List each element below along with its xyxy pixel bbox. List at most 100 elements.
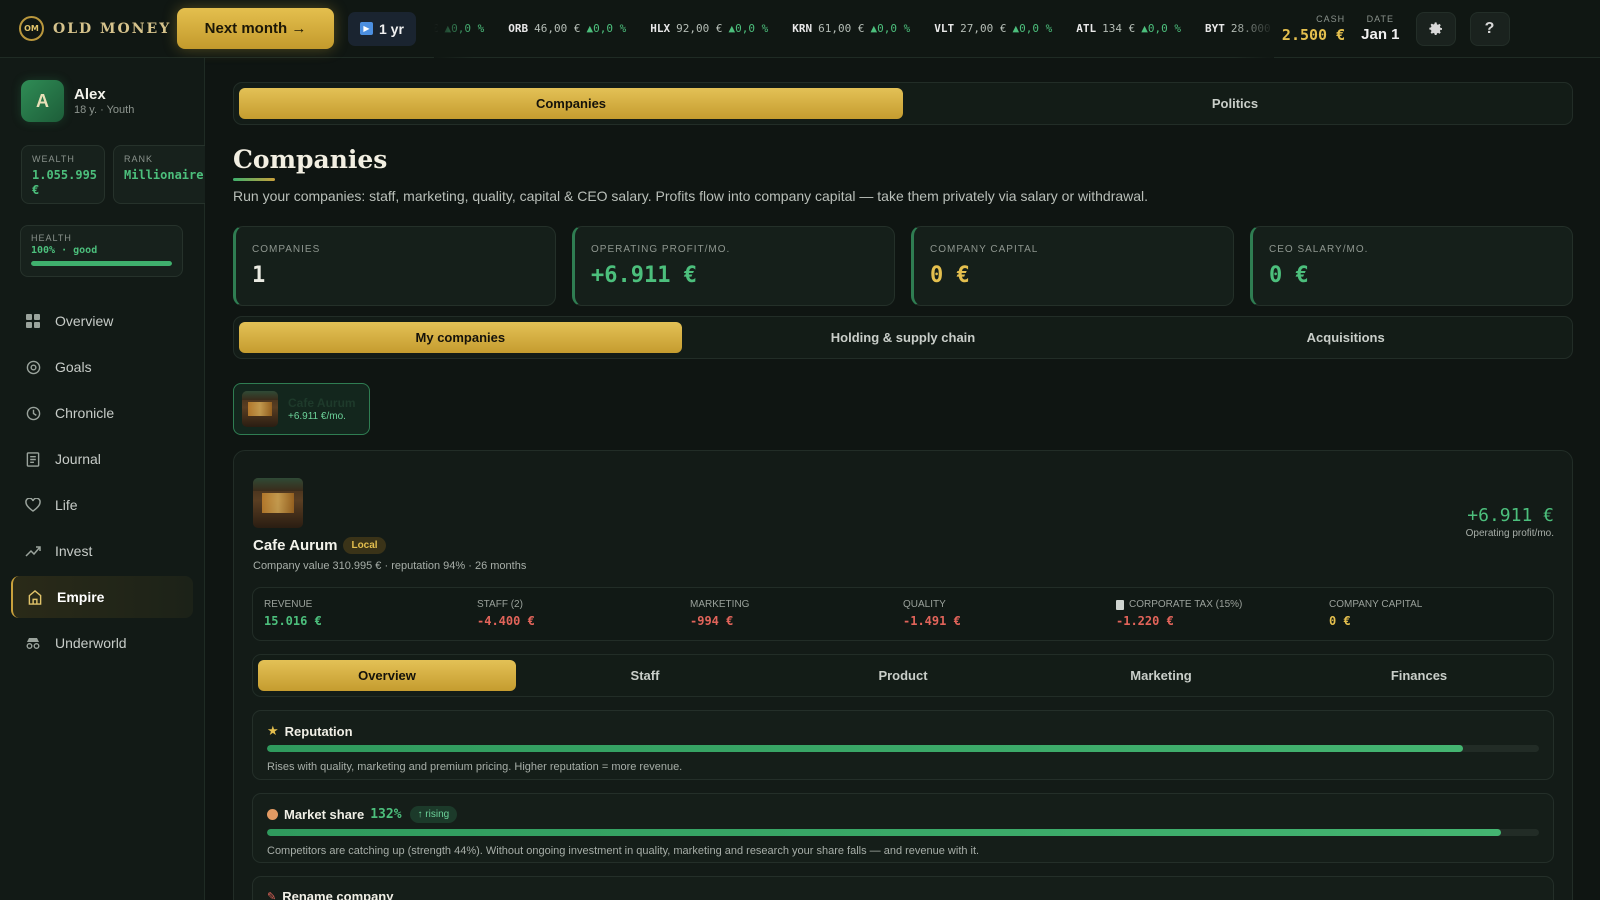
subtab-product[interactable]: Product <box>774 660 1032 691</box>
date-label: DATE <box>1366 14 1394 24</box>
ticker-change: ▲0,0 % <box>1012 22 1053 35</box>
profile-sub: 18 y. · Youth <box>74 104 135 116</box>
ticker-item: HLX 92,00 € ▲0,0 % <box>650 22 768 35</box>
logo-mark-icon: OM <box>19 16 44 41</box>
sidebar-item-overview[interactable]: Overview <box>11 300 193 342</box>
company-summary: Company value 310.995 € · reputation 94%… <box>253 560 527 572</box>
sidebar-item-label: Life <box>55 497 78 513</box>
ticker-symbol: BYT <box>1204 22 1225 35</box>
kpi-value: 1 <box>252 263 266 288</box>
stock-ticker: € ▲0,0 % ORB 46,00 € ▲0,0 % HLX 92,00 € ▲0,0 % K… <box>433 0 1274 58</box>
ticker-change: ▲0,0 % <box>586 22 627 35</box>
subtab-staff[interactable]: Staff <box>516 660 774 691</box>
sidebar-item-goals[interactable]: Goals <box>11 346 193 388</box>
company-profit-label: Operating profit/mo. <box>1465 528 1554 539</box>
kpi-label: OPERATING PROFIT/MO. <box>591 244 731 255</box>
sidebar-item-label: Goals <box>55 359 92 375</box>
page-title: Companies <box>233 145 388 174</box>
reputation-description: Rises with quality, marketing and premiu… <box>267 761 683 773</box>
sidebar-item-chronicle[interactable]: Chronicle <box>11 392 193 434</box>
tab-companies[interactable]: Companies <box>239 88 903 119</box>
kpi-label: CEO SALARY/MO. <box>1269 244 1369 255</box>
settings-button[interactable] <box>1415 11 1456 46</box>
metric-quality: QUALITY -1.491 € <box>903 588 1116 640</box>
tab-acquisitions[interactable]: Acquisitions <box>1124 322 1567 353</box>
help-button[interactable]: ? <box>1469 11 1510 46</box>
health-bar-fill <box>31 261 172 266</box>
tab-holding-supply-chain[interactable]: Holding & supply chain <box>682 322 1125 353</box>
metric-value: 15.016 € <box>264 614 322 628</box>
sidebar-item-label: Invest <box>55 543 93 559</box>
top-tabs: Companies Politics <box>233 82 1573 125</box>
profile[interactable]: A Alex 18 y. · Youth <box>21 80 134 122</box>
reputation-bar-fill <box>267 745 1463 752</box>
metric-label: REVENUE <box>264 599 313 610</box>
ticker-item: ORB 46,00 € ▲0,0 % <box>508 22 626 35</box>
kpi-value: +6.911 € <box>591 263 697 288</box>
ticker-item: KRN 61,00 € ▲0,0 % <box>792 22 910 35</box>
sidebar-item-empire[interactable]: Empire <box>11 576 193 618</box>
health-card: HEALTH 100% · good <box>20 225 183 277</box>
kpi-ceo-salary: CEO SALARY/MO. 0 € <box>1250 226 1573 306</box>
rank-card: RANK Millionaire <box>113 145 205 204</box>
company-name: Cafe Aurum <box>253 537 338 554</box>
metric-staff: STAFF (2) -4.400 € <box>477 588 690 640</box>
clock-icon <box>25 405 41 421</box>
sidebar-item-label: Underworld <box>55 635 127 651</box>
rename-card[interactable]: ✎ Rename company <box>252 876 1554 900</box>
metric-value: -994 € <box>690 614 734 628</box>
rank-label: RANK <box>124 154 154 164</box>
sidebar-item-label: Journal <box>55 451 101 467</box>
kpi-row: COMPANIES 1 OPERATING PROFIT/MO. +6.911 … <box>233 226 1573 306</box>
sidebar-item-underworld[interactable]: Underworld <box>11 622 193 664</box>
ticker-item: € ▲0,0 % <box>434 22 484 35</box>
company-chip[interactable]: Cafe Aurum +6.911 €/mo. <box>233 383 370 435</box>
cash-value: 2.500 € <box>1281 25 1346 44</box>
rank-value: Millionaire <box>124 168 204 182</box>
tab-politics[interactable]: Politics <box>903 88 1567 119</box>
wealth-value: 1.055.995 € <box>32 168 98 197</box>
sidebar-item-life[interactable]: Life <box>11 484 193 526</box>
sidebar-item-invest[interactable]: Invest <box>11 530 193 572</box>
market-share-title: Market share <box>284 807 365 822</box>
metric-value: -1.491 € <box>903 614 961 628</box>
tab-my-companies[interactable]: My companies <box>239 322 682 353</box>
document-icon <box>1116 599 1124 610</box>
kpi-label: COMPANIES <box>252 244 321 255</box>
ticker-price: 27,00 € <box>960 22 1007 35</box>
sidebar: A Alex 18 y. · Youth WEALTH 1.055.995 € … <box>0 58 205 900</box>
kpi-companies: COMPANIES 1 <box>233 226 556 306</box>
kpi-value: 0 € <box>1269 263 1309 288</box>
ticker-track: € ▲0,0 % ORB 46,00 € ▲0,0 % HLX 92,00 € ▲0,0 % K… <box>434 22 1274 35</box>
metric-marketing: MARKETING -994 € <box>690 588 903 640</box>
company-subtabs: Overview Staff Product Marketing Finance… <box>252 654 1554 697</box>
ticker-symbol: VLT <box>934 22 955 35</box>
company-panel: Cafe Aurum Local Company value 310.995 €… <box>233 450 1573 900</box>
subtab-finances[interactable]: Finances <box>1290 660 1548 691</box>
ticker-symbol: HLX <box>650 22 671 35</box>
reputation-card: ★ Reputation Rises with quality, marketi… <box>252 710 1554 780</box>
metric-company-capital: COMPANY CAPITAL 0 € <box>1329 588 1542 640</box>
company-profit: +6.911 € Operating profit/mo. <box>1466 505 1554 539</box>
metric-value: -1.220 € <box>1116 614 1174 628</box>
metric-corporate-tax: CORPORATE TAX (15%) -1.220 € <box>1116 588 1329 640</box>
bank-icon <box>27 589 43 605</box>
logo-text: OLD MONEY <box>53 20 172 37</box>
top-bar: OM OLD MONEY Next month → ▶ 1 yr € ▲0,0 %… <box>0 0 1600 58</box>
subtab-overview[interactable]: Overview <box>258 660 516 691</box>
ticker-item: ATL 134 € ▲0,0 % <box>1076 22 1181 35</box>
cash-display: CASH 2.500 € <box>1282 14 1345 44</box>
ticker-symbol: KRN <box>792 22 813 35</box>
sidebar-item-journal[interactable]: Journal <box>11 438 193 480</box>
ticker-price: 134 € <box>1102 22 1136 35</box>
target-icon <box>25 359 41 375</box>
kpi-value: 0 € <box>930 263 970 288</box>
ticker-change: ▲0,0 % <box>444 22 485 35</box>
chip-name: Cafe Aurum <box>288 396 356 410</box>
speed-toggle[interactable]: ▶ 1 yr <box>348 11 416 46</box>
company-profit-value: +6.911 € <box>1467 505 1554 526</box>
title-underline <box>233 178 275 181</box>
subtab-marketing[interactable]: Marketing <box>1032 660 1290 691</box>
next-month-button[interactable]: Next month → <box>177 8 334 49</box>
app-logo[interactable]: OM OLD MONEY <box>19 16 177 41</box>
